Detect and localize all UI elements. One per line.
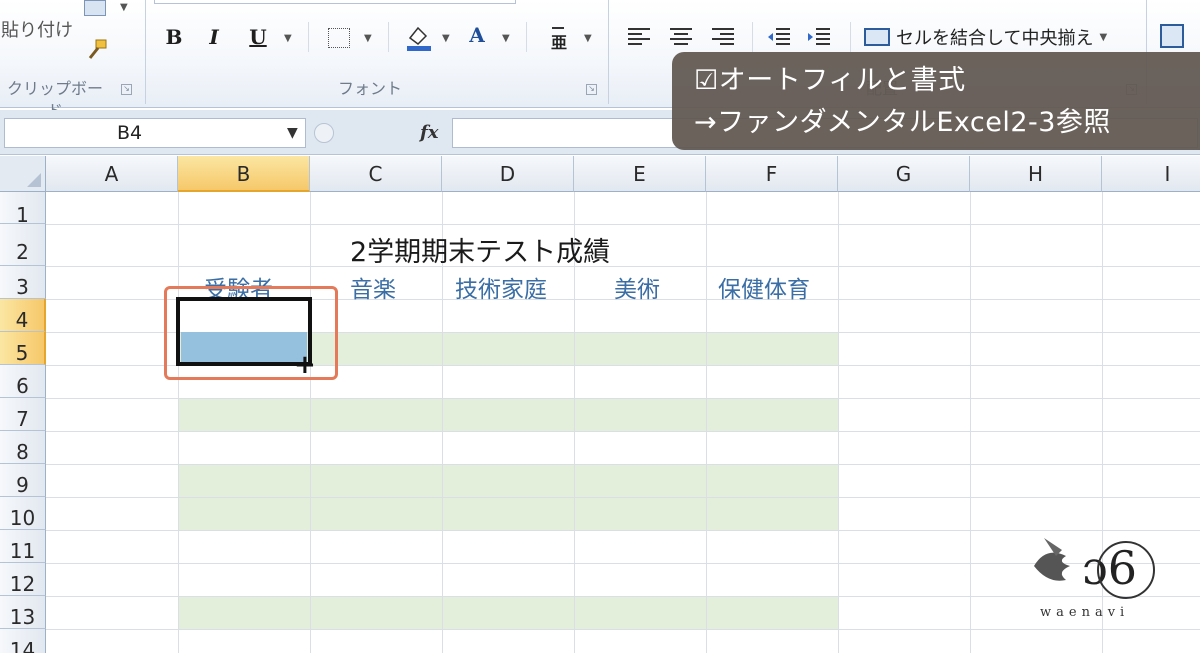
column-header-h[interactable]: H <box>970 156 1102 192</box>
cell-c2-title[interactable]: 2学期期末テスト成績 <box>350 230 610 269</box>
borders-dropdown-icon[interactable]: ▼ <box>364 33 372 44</box>
row-header-9[interactable]: 9 <box>0 464 46 497</box>
insert-function-button[interactable]: fx <box>420 122 438 143</box>
gridline <box>46 431 1200 432</box>
copy-icon[interactable] <box>84 0 106 16</box>
toolbar-separator <box>850 22 851 52</box>
gridline <box>46 497 1200 498</box>
borders-icon[interactable] <box>328 28 350 48</box>
gridline <box>46 266 1200 267</box>
row-header-1[interactable]: 1 <box>0 192 46 227</box>
gridline <box>970 192 971 653</box>
column-header-b[interactable]: B <box>178 156 310 192</box>
row-header-11[interactable]: 11 <box>0 530 46 563</box>
bold-button[interactable]: B <box>160 22 188 52</box>
svg-text:ɔ6: ɔ6 <box>1082 541 1137 595</box>
name-box-dropdown-icon[interactable]: ▼ <box>287 118 298 148</box>
row-header-8[interactable]: 8 <box>0 431 46 464</box>
fill-color-dropdown-icon[interactable]: ▼ <box>442 33 450 44</box>
group-separator <box>145 0 146 104</box>
row-header-14[interactable]: 14 <box>0 629 46 653</box>
cell-c3-header[interactable]: 音楽 <box>350 270 396 304</box>
merge-center-label: セルを結合して中央揃え <box>896 28 1094 49</box>
underline-dropdown-icon[interactable]: ▼ <box>284 33 292 44</box>
tutorial-caption: ☑オートフィルと書式 →ファンダメンタルExcel2-3参照 <box>672 52 1200 150</box>
font-group-label: フォント <box>337 79 402 98</box>
clipboard-group-label: クリップボード <box>6 79 103 120</box>
svg-text:亜: 亜 <box>551 33 567 52</box>
cell-d3-header[interactable]: 技術家庭 <box>455 270 547 304</box>
fill-handle-cursor-icon[interactable]: + <box>294 352 316 378</box>
gridline <box>310 192 311 653</box>
select-all-button[interactable] <box>0 156 46 192</box>
row-header-10[interactable]: 10 <box>0 497 46 530</box>
gridline <box>46 398 1200 399</box>
row-header-4[interactable]: 4 <box>0 299 46 332</box>
fill-color-icon[interactable] <box>404 22 434 52</box>
caption-line-1: ☑オートフィルと書式 <box>694 65 966 96</box>
toolbar-separator <box>308 22 309 52</box>
cell-e3-header[interactable]: 美術 <box>614 270 660 304</box>
format-painter-icon[interactable] <box>84 38 110 59</box>
number-format-icon[interactable] <box>1160 24 1184 48</box>
toolbar-separator <box>752 22 753 52</box>
phonetic-guide-icon[interactable]: 亜 <box>548 22 568 52</box>
column-header-a[interactable]: A <box>46 156 178 192</box>
caption-line-2: →ファンダメンタルExcel2-3参照 <box>694 107 1111 138</box>
row-header-12[interactable]: 12 <box>0 563 46 596</box>
align-center-icon[interactable] <box>668 26 694 48</box>
column-header-i[interactable]: I <box>1102 156 1200 192</box>
worksheet-grid[interactable]: A B C D E F G H I 1 2 3 4 5 6 7 8 9 10 1… <box>0 156 1200 653</box>
merge-center-icon <box>864 28 890 46</box>
row-header-6[interactable]: 6 <box>0 365 46 398</box>
row-header-3[interactable]: 3 <box>0 266 46 299</box>
font-launcher-icon[interactable]: ↘ <box>586 84 597 95</box>
logo-text: waenavi <box>1040 605 1130 620</box>
gridline <box>838 192 839 653</box>
cell-f3-header[interactable]: 保健体育 <box>718 270 810 304</box>
row-header-5[interactable]: 5 <box>0 332 46 365</box>
column-header-f[interactable]: F <box>706 156 838 192</box>
row-header-13[interactable]: 13 <box>0 596 46 629</box>
name-box[interactable]: B4 <box>4 118 306 148</box>
gridline <box>46 224 1200 225</box>
font-name-box[interactable] <box>154 0 516 4</box>
font-color-button[interactable]: A <box>462 20 492 50</box>
toolbar-separator <box>388 22 389 52</box>
align-right-icon[interactable] <box>710 26 736 48</box>
toolbar-separator <box>526 22 527 52</box>
formatted-row-band <box>178 596 838 629</box>
column-header-d[interactable]: D <box>442 156 574 192</box>
column-header-c[interactable]: C <box>310 156 442 192</box>
underline-button[interactable]: U <box>244 22 272 52</box>
gridline <box>706 192 707 653</box>
gridline <box>178 192 179 653</box>
column-header-g[interactable]: G <box>838 156 970 192</box>
align-left-icon[interactable] <box>626 26 652 48</box>
row-header-2[interactable]: 2 <box>0 224 46 266</box>
merge-center-button[interactable]: セルを結合して中央揃え ▼ <box>864 22 1134 52</box>
copy-dropdown-icon[interactable]: ▼ <box>120 2 128 13</box>
column-header-e[interactable]: E <box>574 156 706 192</box>
group-separator <box>608 0 609 104</box>
merge-center-dropdown-icon: ▼ <box>1099 31 1108 43</box>
font-color-dropdown-icon[interactable]: ▼ <box>502 33 510 44</box>
paste-label: 貼り付け <box>1 20 73 41</box>
row-header-7[interactable]: 7 <box>0 398 46 431</box>
gridline <box>46 464 1200 465</box>
italic-button[interactable]: I <box>200 22 228 52</box>
formatted-row-band <box>178 398 838 431</box>
formula-bar-resize-icon[interactable] <box>314 123 334 143</box>
decrease-indent-icon[interactable] <box>766 26 792 48</box>
increase-indent-icon[interactable] <box>806 26 832 48</box>
paste-button[interactable]: 貼り付け <box>0 14 74 44</box>
clipboard-launcher-icon[interactable]: ↘ <box>121 84 132 95</box>
phonetic-dropdown-icon[interactable]: ▼ <box>584 33 592 44</box>
